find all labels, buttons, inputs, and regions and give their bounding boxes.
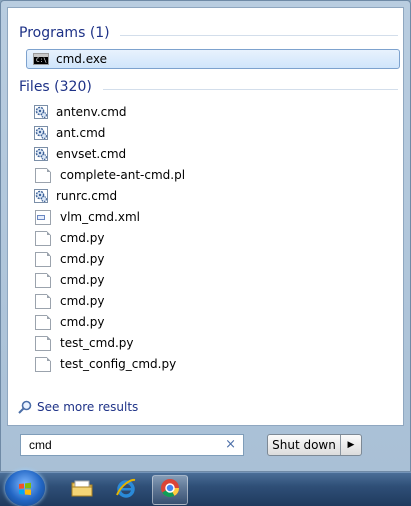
file-result-item[interactable]: cmd.py bbox=[26, 291, 400, 311]
internet-explorer-icon bbox=[115, 477, 137, 503]
file-result-item[interactable]: antenv.cmd bbox=[26, 102, 400, 122]
blank-file-icon bbox=[35, 230, 51, 246]
script-gear-icon bbox=[33, 125, 49, 141]
file-result-item[interactable]: runrc.cmd bbox=[26, 186, 400, 206]
blank-file-icon bbox=[35, 293, 51, 309]
explorer-taskbar-button[interactable] bbox=[64, 475, 100, 505]
see-more-label: See more results bbox=[37, 400, 139, 414]
result-label: complete-ant-cmd.pl bbox=[60, 168, 186, 182]
divider bbox=[120, 35, 398, 36]
magnifier-icon bbox=[18, 400, 32, 414]
script-gear-icon bbox=[33, 104, 49, 120]
script-gear-icon bbox=[33, 188, 49, 204]
file-result-item[interactable]: test_config_cmd.py bbox=[26, 354, 400, 374]
blank-file-icon bbox=[35, 335, 51, 351]
divider bbox=[103, 89, 398, 90]
result-label: cmd.py bbox=[60, 273, 105, 287]
shutdown-button-group: Shut down ▶ bbox=[267, 434, 362, 456]
result-label: runrc.cmd bbox=[56, 189, 118, 203]
script-gear-icon bbox=[33, 146, 49, 162]
start-button[interactable] bbox=[5, 470, 45, 506]
result-label: test_cmd.py bbox=[60, 336, 134, 350]
file-result-item[interactable]: cmd.py bbox=[26, 249, 400, 269]
file-result-item[interactable]: vlm_cmd.xml bbox=[26, 207, 400, 227]
result-label: cmd.py bbox=[60, 315, 105, 329]
blank-file-icon bbox=[35, 272, 51, 288]
chrome-taskbar-button[interactable] bbox=[152, 475, 188, 505]
result-label: cmd.py bbox=[60, 252, 105, 266]
result-label: antenv.cmd bbox=[56, 105, 127, 119]
blank-file-icon bbox=[35, 167, 51, 183]
file-result-item[interactable]: cmd.py bbox=[26, 270, 400, 290]
see-more-results-link[interactable]: See more results bbox=[18, 400, 138, 414]
blank-file-icon bbox=[35, 251, 51, 267]
result-label: ant.cmd bbox=[56, 126, 106, 140]
shutdown-options-arrow-icon[interactable]: ▶ bbox=[341, 440, 361, 450]
file-result-item[interactable]: ant.cmd bbox=[26, 123, 400, 143]
program-result-item[interactable]: C:\ cmd.exe bbox=[26, 49, 400, 69]
programs-group-header[interactable]: Programs (1) bbox=[19, 25, 110, 41]
chrome-icon bbox=[159, 477, 181, 503]
file-result-item[interactable]: envset.cmd bbox=[26, 144, 400, 164]
search-results-panel: Programs (1) C:\ cmd.exe Files (320) ante… bbox=[7, 7, 404, 426]
start-menu: Programs (1) C:\ cmd.exe Files (320) ante… bbox=[0, 0, 411, 472]
blank-file-icon bbox=[35, 314, 51, 330]
file-result-item[interactable]: complete-ant-cmd.pl bbox=[26, 165, 400, 185]
files-group-header[interactable]: Files (320) bbox=[19, 79, 92, 95]
file-result-item[interactable]: cmd.py bbox=[26, 228, 400, 248]
explorer-icon bbox=[71, 478, 93, 502]
result-label: vlm_cmd.xml bbox=[60, 210, 140, 224]
windows-logo-icon bbox=[18, 481, 32, 495]
clear-search-icon[interactable]: × bbox=[225, 438, 236, 452]
taskbar bbox=[0, 472, 411, 506]
blank-file-icon bbox=[35, 356, 51, 372]
result-label: test_config_cmd.py bbox=[60, 357, 177, 371]
ie-taskbar-button[interactable] bbox=[108, 475, 144, 505]
result-label: envset.cmd bbox=[56, 147, 127, 161]
command-prompt-icon: C:\ bbox=[33, 53, 49, 65]
shutdown-button[interactable]: Shut down bbox=[268, 435, 341, 455]
search-field[interactable]: × bbox=[20, 434, 244, 456]
file-result-item[interactable]: test_cmd.py bbox=[26, 333, 400, 353]
result-label: cmd.exe bbox=[56, 52, 108, 66]
file-result-item[interactable]: cmd.py bbox=[26, 312, 400, 332]
search-input[interactable] bbox=[27, 437, 221, 453]
result-label: cmd.py bbox=[60, 294, 105, 308]
result-label: cmd.py bbox=[60, 231, 105, 245]
xml-file-icon bbox=[35, 209, 51, 225]
